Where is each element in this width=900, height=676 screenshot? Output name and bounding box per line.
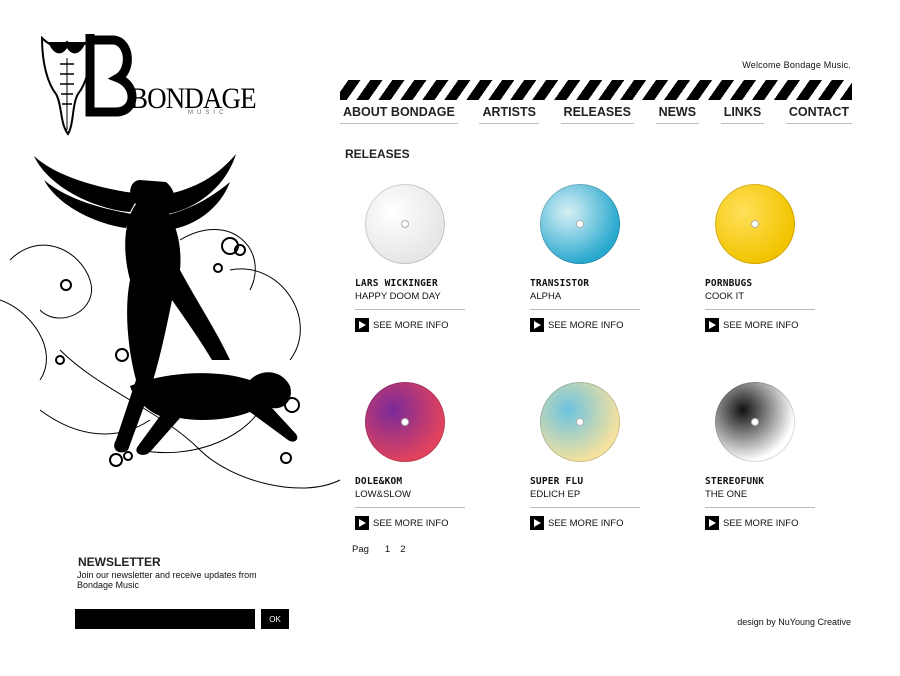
divider [705, 309, 815, 310]
release-disc-image[interactable] [540, 382, 620, 462]
release-artist: TRANSISTOR [530, 278, 590, 289]
see-more-label: SEE MORE INFO [548, 319, 624, 331]
disc-center-hole [751, 220, 759, 228]
play-icon [705, 318, 719, 332]
release-disc-image[interactable] [715, 184, 795, 264]
nav-item-artists[interactable]: ARTISTS [479, 104, 539, 124]
newsletter-email-input[interactable] [75, 609, 255, 629]
divider [355, 507, 465, 508]
see-more-label: SEE MORE INFO [548, 517, 624, 529]
design-credit[interactable]: design by NuYoung Creative [737, 617, 851, 627]
bondage-logo[interactable]: BONDAGE MUSIC [38, 34, 257, 140]
see-more-label: SEE MORE INFO [723, 319, 799, 331]
nav-item-about[interactable]: ABOUT BONDAGE [340, 104, 458, 124]
release-title: THE ONE [705, 489, 748, 500]
divider [355, 309, 465, 310]
nav-item-contact[interactable]: CONTACT [785, 104, 852, 124]
see-more-label: SEE MORE INFO [373, 517, 449, 529]
release-disc-image[interactable] [365, 184, 445, 264]
nav-item-news[interactable]: NEWS [655, 104, 700, 124]
play-icon [530, 516, 544, 530]
divider [530, 507, 640, 508]
release-disc-image[interactable] [365, 382, 445, 462]
release-disc-image[interactable] [540, 184, 620, 264]
release-artist: SUPER FLU [530, 476, 584, 487]
disc-center-hole [576, 418, 584, 426]
newsletter-description: Join our newsletter and receive updates … [77, 570, 257, 590]
disc-center-hole [751, 418, 759, 426]
divider [530, 309, 640, 310]
release-disc-image[interactable] [715, 382, 795, 462]
see-more-info-link[interactable]: SEE MORE INFO [705, 318, 798, 332]
release-title: HAPPY DOOM DAY [355, 291, 441, 302]
main-nav: ABOUT BONDAGE ARTISTS RELEASES NEWS LINK… [340, 104, 852, 124]
release-artist: PORNBUGS [705, 278, 753, 289]
pagination-label: Pag [352, 544, 369, 555]
play-icon [355, 516, 369, 530]
see-more-label: SEE MORE INFO [723, 517, 799, 529]
release-artist: LARS WICKINGER [355, 278, 438, 289]
play-icon [355, 318, 369, 332]
page-link-2[interactable]: 2 [400, 544, 405, 555]
release-title: ALPHA [530, 291, 562, 302]
see-more-info-link[interactable]: SEE MORE INFO [355, 318, 448, 332]
newsletter-ok-button[interactable]: OK [261, 609, 289, 629]
nav-item-links[interactable]: LINKS [720, 104, 765, 124]
striped-banner [340, 80, 852, 100]
release-artist: STEREOFUNK [705, 476, 765, 487]
see-more-info-link[interactable]: SEE MORE INFO [530, 516, 623, 530]
release-title: LOW&SLOW [355, 489, 411, 500]
divider [705, 507, 815, 508]
pagination: Pag 1 2 [352, 544, 406, 555]
nav-item-releases[interactable]: RELEASES [560, 104, 634, 124]
logo-subtitle: MUSIC [188, 110, 228, 116]
release-artist: DOLE&KOM [355, 476, 403, 487]
see-more-info-link[interactable]: SEE MORE INFO [705, 516, 798, 530]
release-title: EDLICH EP [530, 489, 581, 500]
page-link-1[interactable]: 1 [385, 544, 390, 555]
see-more-info-link[interactable]: SEE MORE INFO [355, 516, 448, 530]
play-icon [705, 516, 719, 530]
disc-center-hole [401, 220, 409, 228]
play-icon [530, 318, 544, 332]
angel-silhouette-illustration [0, 150, 360, 510]
disc-center-hole [401, 418, 409, 426]
see-more-info-link[interactable]: SEE MORE INFO [530, 318, 623, 332]
newsletter-title: NEWSLETTER [78, 555, 161, 569]
release-title: COOK IT [705, 291, 745, 302]
welcome-text: Welcome Bondage Music. [742, 60, 851, 70]
disc-center-hole [576, 220, 584, 228]
see-more-label: SEE MORE INFO [373, 319, 449, 331]
